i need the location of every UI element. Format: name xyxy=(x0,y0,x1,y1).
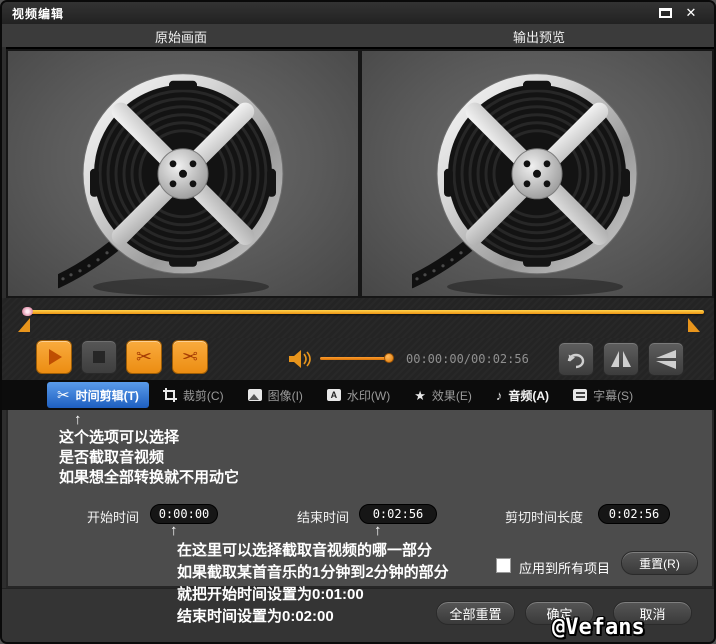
tab-label: 图像(I) xyxy=(268,387,303,404)
play-button[interactable] xyxy=(36,340,72,374)
watermark-text: @Vefans xyxy=(552,615,645,640)
tab-label: 字幕(S) xyxy=(593,387,633,404)
tab-time-clip[interactable]: ✂ 时间剪辑(T) xyxy=(47,382,149,408)
volume-slider-handle[interactable] xyxy=(384,353,394,363)
title-bar: 视频编辑 ✕ xyxy=(2,2,714,24)
tab-image[interactable]: 图像(I) xyxy=(238,382,313,408)
flip-vertical-icon xyxy=(654,348,678,370)
tab-crop[interactable]: 裁剪(C) xyxy=(153,382,234,408)
original-video-panel xyxy=(8,51,358,296)
tab-label: 时间剪辑(T) xyxy=(76,387,139,404)
scissors-icon: ✂ xyxy=(57,388,70,403)
window-title: 视频编辑 xyxy=(12,5,64,22)
hint-line: 在这里可以选择截取音视频的哪一部分 xyxy=(177,540,449,562)
hint-line: 结束时间设置为0:02:00 xyxy=(177,606,449,628)
end-time-label: 结束时间 xyxy=(297,507,349,526)
timeline-track[interactable] xyxy=(26,310,704,314)
maximize-icon xyxy=(659,8,672,18)
tab-label: 裁剪(C) xyxy=(183,387,224,404)
film-reel-image xyxy=(58,58,308,296)
tab-bar: ✂ 时间剪辑(T) 裁剪(C) 图像(I) A 水印(W) ★ 效果(E) ♪ … xyxy=(2,380,714,410)
scissors-icon: ✂ xyxy=(136,348,152,367)
maximize-button[interactable] xyxy=(656,5,674,20)
hint-line: 就把开始时间设置为0:01:00 xyxy=(177,584,449,606)
time-display: 00:00:00/00:02:56 xyxy=(406,352,529,366)
transport-controls: ✂ ✂ 00:00:00/00:02:56 xyxy=(2,338,714,380)
hint-bottom-text: 在这里可以选择截取音视频的哪一部分 如果截取某首音乐的1分钟到2分钟的部分 就把… xyxy=(177,540,449,628)
trim-start-marker[interactable] xyxy=(18,318,30,332)
subtitle-icon xyxy=(573,389,587,401)
flip-vertical-button[interactable] xyxy=(648,342,684,376)
start-time-field[interactable]: 0:00:00 xyxy=(150,504,218,524)
hint-arrow-up: ↑ xyxy=(170,522,178,539)
watermark-icon: A xyxy=(327,389,341,401)
output-preview-label: 输出预览 xyxy=(360,27,716,46)
cut-end-button[interactable]: ✂ xyxy=(172,340,208,374)
rotate-icon xyxy=(565,348,587,370)
preview-panels xyxy=(6,47,714,298)
trim-end-marker[interactable] xyxy=(688,318,700,332)
close-button[interactable]: ✕ xyxy=(682,5,700,20)
tab-label: 水印(W) xyxy=(347,387,390,404)
tab-effects[interactable]: ★ 效果(E) xyxy=(404,382,482,408)
flip-horizontal-button[interactable] xyxy=(603,342,639,376)
reset-button[interactable]: 重置(R) xyxy=(621,551,698,575)
apply-all-checkbox[interactable] xyxy=(496,558,511,573)
tab-label: 效果(E) xyxy=(432,387,472,404)
cut-length-label: 剪切时间长度 xyxy=(505,507,583,526)
timeline-playhead[interactable] xyxy=(22,307,33,316)
music-note-icon: ♪ xyxy=(496,389,503,402)
image-icon xyxy=(248,389,262,401)
hint-arrow-up: ↑ xyxy=(74,411,82,428)
flip-horizontal-icon xyxy=(609,348,633,370)
stop-button[interactable] xyxy=(81,340,117,374)
volume-slider[interactable] xyxy=(320,357,390,360)
film-reel-image xyxy=(412,58,662,296)
start-time-label: 开始时间 xyxy=(87,507,139,526)
cut-length-field[interactable]: 0:02:56 xyxy=(598,504,670,524)
output-video-panel xyxy=(362,51,712,296)
hint-line: 如果想全部转换就不用动它 xyxy=(59,468,239,488)
hint-line: 如果截取某首音乐的1分钟到2分钟的部分 xyxy=(177,562,449,584)
play-icon xyxy=(49,349,62,365)
volume-icon[interactable] xyxy=(288,349,312,369)
stop-icon xyxy=(93,351,105,363)
cut-start-button[interactable]: ✂ xyxy=(126,340,162,374)
video-edit-window: 视频编辑 ✕ 原始画面 输出预览 xyxy=(0,0,716,644)
star-icon: ★ xyxy=(414,389,426,402)
tab-audio[interactable]: ♪ 音频(A) xyxy=(486,382,559,408)
preview-label-row: 原始画面 输出预览 xyxy=(2,24,714,47)
hint-arrow-up: ↑ xyxy=(374,522,382,539)
scissors-icon: ✂ xyxy=(182,348,198,367)
hint-top-text: 这个选项可以选择 是否截取音视频 如果想全部转换就不用动它 xyxy=(59,428,239,488)
tab-label: 音频(A) xyxy=(508,387,549,404)
end-time-field[interactable]: 0:02:56 xyxy=(359,504,437,524)
original-preview-label: 原始画面 xyxy=(2,27,360,46)
tab-subtitles[interactable]: 字幕(S) xyxy=(563,382,643,408)
hint-line: 这个选项可以选择 xyxy=(59,428,239,448)
rotate-button[interactable] xyxy=(558,342,594,376)
crop-icon xyxy=(163,388,177,402)
apply-all-label: 应用到所有项目 xyxy=(519,558,610,577)
timeline-strip xyxy=(2,298,714,338)
tab-watermark[interactable]: A 水印(W) xyxy=(317,382,400,408)
hint-line: 是否截取音视频 xyxy=(59,448,239,468)
